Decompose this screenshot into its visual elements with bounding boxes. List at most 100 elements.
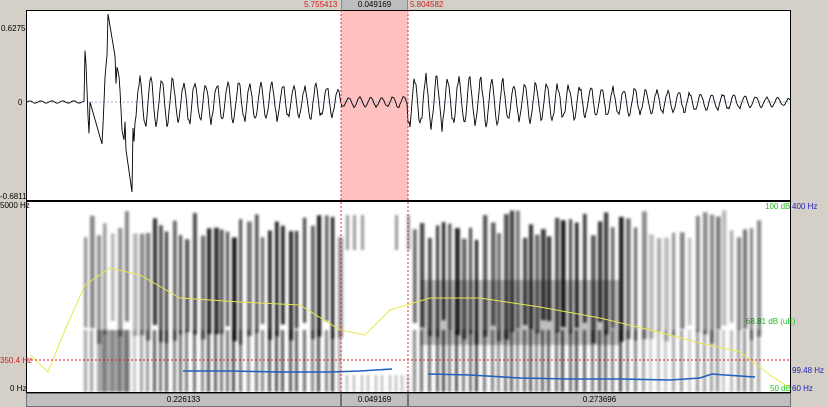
selection-highlight xyxy=(341,11,408,200)
spectrogram-striation xyxy=(649,234,654,339)
spectrogram-striation xyxy=(642,330,645,392)
spectrogram-striation xyxy=(261,330,264,392)
spectrogram-striation xyxy=(226,330,229,392)
spectrogram-striation xyxy=(220,330,223,392)
spectrogram-striation xyxy=(730,230,734,323)
spectrogram-striation xyxy=(716,216,721,330)
spectrogram-striation xyxy=(84,237,88,328)
spectrogram-striation xyxy=(193,213,197,335)
spectrogram-striation xyxy=(722,210,727,326)
spectrogram-striation xyxy=(680,330,683,392)
spectrogram-striation xyxy=(247,330,250,392)
spectrogram-striation xyxy=(255,214,259,333)
spectrogram-striation xyxy=(201,330,204,392)
spectrogram-striation xyxy=(688,237,692,326)
spectrogram-striation xyxy=(111,233,115,321)
spectrogram-striation xyxy=(317,330,320,392)
spectrogram-striation xyxy=(140,233,145,336)
spectrogram-striation xyxy=(346,215,349,250)
spectrogram-striation xyxy=(657,238,662,332)
spectrogram-striation xyxy=(311,225,315,340)
spectrogram-striation xyxy=(179,235,183,335)
spectrogram-striation xyxy=(672,232,676,336)
spectrogram-striation xyxy=(311,330,314,392)
spectrogram-striation xyxy=(757,330,760,392)
spectrogram-striation xyxy=(289,231,294,341)
spectrogram-striation xyxy=(420,280,620,345)
spectrogram-striation xyxy=(325,215,329,322)
spectrogram-striation xyxy=(634,227,638,341)
spectrogram-striation xyxy=(153,330,156,392)
selection-duration-bar[interactable]: 0.049169 xyxy=(341,393,408,407)
spectrogram-striation xyxy=(247,221,252,336)
spectrogram-striation xyxy=(214,330,217,392)
spectrogram-striation xyxy=(346,375,348,392)
praat-sound-editor: 5.755413 0.049169 5.804582 0.6275 0 -0.6… xyxy=(0,0,827,407)
selection-duration-bottom-label: 0.049169 xyxy=(357,395,392,404)
spectrogram-striation xyxy=(642,211,647,340)
spectrogram-striation xyxy=(275,330,278,392)
spectrogram-striation xyxy=(289,330,292,392)
spectrogram-striation xyxy=(361,375,363,392)
spectrogram-striation xyxy=(268,330,271,392)
spectrogram-striation xyxy=(710,330,713,392)
spectrogram-striation xyxy=(696,215,700,332)
spectrogram-striation xyxy=(295,330,298,392)
spectrogram-striation xyxy=(331,330,334,392)
spectrogram-striation xyxy=(722,330,725,392)
spectrogram-striation xyxy=(716,330,719,392)
spectrogram-striation xyxy=(680,232,685,329)
spectrogram-striation xyxy=(185,330,188,392)
spectrogram-striation xyxy=(381,375,383,392)
spectrogram-striation xyxy=(173,330,176,392)
spectrogram-striation xyxy=(664,330,667,392)
spectrogram-striation xyxy=(201,235,206,340)
spectrogram-striation xyxy=(703,330,706,392)
spectrogram-striation xyxy=(737,237,742,331)
spectrogram-striation xyxy=(226,231,230,327)
spectrogram-striation xyxy=(353,215,356,250)
spectrogram-striation xyxy=(743,330,746,392)
spectrogram-striation xyxy=(133,233,138,336)
spectrogram-striation xyxy=(401,375,403,392)
spectrogram-striation xyxy=(173,220,177,341)
spectrogram-striation xyxy=(207,330,210,392)
spectrogram-striation xyxy=(338,237,343,338)
spectrogram-striation xyxy=(97,330,100,392)
spectrogram-striation xyxy=(239,330,242,392)
spectrogram-striation xyxy=(672,330,675,392)
spectrogram-striation xyxy=(634,330,637,392)
spectrogram-striation xyxy=(140,330,143,392)
spectrogram-striation xyxy=(626,330,629,392)
spectrogram-striation xyxy=(325,330,328,392)
spectrogram-striation xyxy=(133,330,136,392)
right-duration-bar[interactable]: 0.273696 xyxy=(408,393,791,407)
spectrogram-striation xyxy=(165,231,169,344)
spectrogram-striation xyxy=(395,375,397,392)
spectrogram-striation xyxy=(268,230,272,340)
spectrogram-striation xyxy=(275,221,279,337)
left-duration-label: 0.226133 xyxy=(166,395,201,404)
spectrogram-striation xyxy=(688,330,691,392)
spectrogram-image xyxy=(84,210,762,392)
spectrogram-striation xyxy=(649,330,652,392)
spectrogram-striation xyxy=(239,219,243,345)
spectrogram-striation xyxy=(165,330,168,392)
spectrogram-striation xyxy=(367,375,369,392)
spectrogram-striation xyxy=(159,330,162,392)
spectrogram-striation xyxy=(125,211,129,322)
spectrogram-striation xyxy=(703,212,708,335)
left-duration-bar[interactable]: 0.226133 xyxy=(26,393,341,407)
spectrogram-striation xyxy=(214,227,219,335)
spectrogram-striation xyxy=(84,330,87,392)
spectrogram-striation xyxy=(103,223,107,335)
spectrogram-striation xyxy=(232,237,237,342)
spectrogram-striation xyxy=(737,330,740,392)
spectrogram-striation xyxy=(657,330,660,392)
spectrogram-striation xyxy=(90,215,95,329)
spectrogram-striation xyxy=(146,330,149,392)
spectrogram-striation xyxy=(90,330,93,392)
spectrogram-striation xyxy=(97,235,102,344)
spectrogram-striation xyxy=(118,227,123,337)
spectrogram-striation xyxy=(331,217,335,339)
